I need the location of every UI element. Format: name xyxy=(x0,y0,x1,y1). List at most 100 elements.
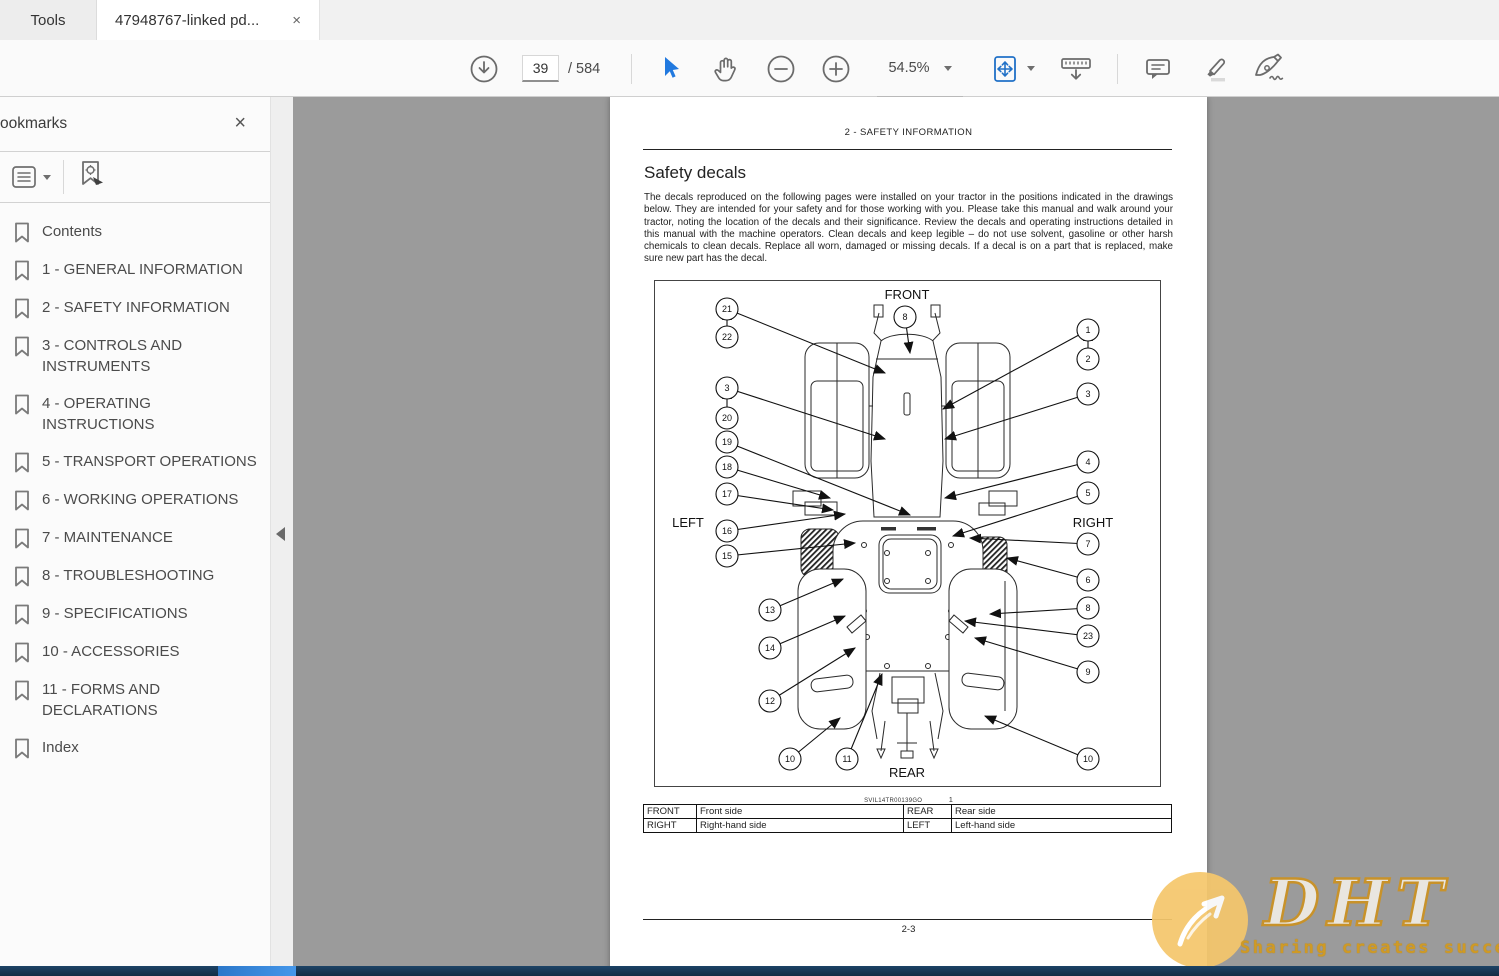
bookmarks-options-icon[interactable] xyxy=(10,163,51,191)
page-fit-caret-icon[interactable] xyxy=(1024,40,1038,97)
bookmark-item-label: 1 - GENERAL INFORMATION xyxy=(42,261,243,278)
bookmark-item[interactable]: 4 - OPERATING INSTRUCTIONS xyxy=(14,393,264,435)
legend-cell: FRONT xyxy=(643,804,697,819)
sign-icon[interactable] xyxy=(1250,40,1290,97)
callout-number: 22 xyxy=(722,332,732,342)
callout-number: 8 xyxy=(1085,603,1090,613)
callout-number: 4 xyxy=(1085,457,1090,467)
bookmark-item-label: Contents xyxy=(42,223,103,240)
callout-number: 6 xyxy=(1085,575,1090,585)
callout-number: 9 xyxy=(1085,667,1090,677)
tab-document-label: 47948767-linked pd... xyxy=(115,11,260,29)
toolbar-separator xyxy=(1117,54,1118,84)
bookmark-item[interactable]: 6 - WORKING OPERATIONS xyxy=(14,489,264,511)
bookmark-item-label: Index xyxy=(42,739,79,756)
footer-rule xyxy=(643,919,1172,920)
bookmarks-title: ookmarks xyxy=(0,115,68,132)
scrolling-mode-icon[interactable] xyxy=(1058,40,1094,97)
pdf-viewer-app: Tools 47948767-linked pd... × / 584 xyxy=(0,0,1499,976)
bookmark-item[interactable]: 2 - SAFETY INFORMATION xyxy=(14,297,264,319)
bookmark-item-label: 2 - SAFETY INFORMATION xyxy=(42,299,230,316)
bookmark-item[interactable]: 11 - FORMS AND DECLARATIONS xyxy=(14,679,264,721)
zoom-in-icon[interactable] xyxy=(821,40,851,97)
callout-arrow xyxy=(983,715,1089,760)
callout-number: 3 xyxy=(1085,389,1090,399)
callout-number: 3 xyxy=(724,383,729,393)
bookmarks-header: ookmarks × xyxy=(0,97,270,152)
tab-tools[interactable]: Tools xyxy=(0,0,97,40)
callout-number: 5 xyxy=(1085,488,1090,498)
document-canvas[interactable]: 2 - SAFETY INFORMATION Safety decals The… xyxy=(293,97,1499,976)
bookmark-item[interactable]: 1 - GENERAL INFORMATION xyxy=(14,259,264,281)
bookmark-item[interactable]: 8 - TROUBLESHOOTING xyxy=(14,565,264,587)
bookmark-item-label: 3 - CONTROLS AND INSTRUMENTS xyxy=(42,337,183,375)
label-right: RIGHT xyxy=(1073,515,1114,530)
bookmark-list: Contents 1 - GENERAL INFORMATION 2 - SAFET… xyxy=(0,203,270,759)
legend-cell: Left-hand side xyxy=(951,818,1172,833)
callout-number: 7 xyxy=(1085,539,1090,549)
table-row: FRONT Front side REAR Rear side xyxy=(643,804,1172,819)
bookmark-item[interactable]: 7 - MAINTENANCE xyxy=(14,527,264,549)
callout-number: 10 xyxy=(785,754,795,764)
bookmark-item[interactable]: 3 - CONTROLS AND INSTRUMENTS xyxy=(14,335,264,377)
bookmark-item-label: 8 - TROUBLESHOOTING xyxy=(42,567,215,584)
tab-document[interactable]: 47948767-linked pd... × xyxy=(97,0,320,40)
callout-arrow xyxy=(951,492,1089,538)
page-number-input[interactable] xyxy=(522,55,559,82)
sidebar-collapse-strip[interactable] xyxy=(270,97,293,976)
bookmark-item-label: 6 - WORKING OPERATIONS xyxy=(42,491,239,508)
select-cursor-icon[interactable] xyxy=(656,40,686,97)
bookmark-item[interactable]: 9 - SPECIFICATIONS xyxy=(14,603,264,625)
toolbar-separator xyxy=(631,54,632,84)
callout-number: 19 xyxy=(722,437,732,447)
bookmark-item-label: 5 - TRANSPORT OPERATIONS xyxy=(42,453,257,470)
legend-cell: LEFT xyxy=(903,818,952,833)
figure-number: 1 xyxy=(948,795,953,804)
bookmark-item-label: 7 - MAINTENANCE xyxy=(42,529,173,546)
page-fit-icon[interactable] xyxy=(988,40,1022,97)
bottom-bar-highlight xyxy=(218,966,296,976)
table-row: RIGHT Right-hand side LEFT Left-hand sid… xyxy=(643,818,1172,833)
bookmarks-toolbar xyxy=(0,152,270,203)
tractor-figure-svg: FRONT REAR LEFT RIGHT 212281232031918171… xyxy=(672,287,1114,780)
main-toolbar: / 584 54.5% xyxy=(0,40,1499,97)
tab-close-icon[interactable]: × xyxy=(292,13,301,28)
download-icon[interactable] xyxy=(468,40,500,97)
legend-cell: Right-hand side xyxy=(696,818,904,833)
pdf-page: 2 - SAFETY INFORMATION Safety decals The… xyxy=(610,97,1207,976)
zoom-caret-icon xyxy=(943,65,952,71)
callout-number: 10 xyxy=(1083,754,1093,764)
bookmark-item[interactable]: Contents xyxy=(14,221,264,243)
legend-table: FRONT Front side REAR Rear side RIGHT Ri… xyxy=(643,804,1172,833)
callout-number: 2 xyxy=(1085,354,1090,364)
collapse-left-icon[interactable] xyxy=(276,527,285,541)
highlighter-icon[interactable] xyxy=(1196,40,1232,97)
legend-cell: Rear side xyxy=(951,804,1172,819)
zoom-out-icon[interactable] xyxy=(766,40,796,97)
zoom-value: 54.5% xyxy=(888,60,930,76)
bookmark-item[interactable]: Index xyxy=(14,737,264,759)
bookmark-item-label: 4 - OPERATING INSTRUCTIONS xyxy=(42,395,155,433)
label-left: LEFT xyxy=(672,515,704,530)
bookmark-item-label: 11 - FORMS AND DECLARATIONS xyxy=(42,681,161,719)
callout-number: 17 xyxy=(722,489,732,499)
callout-number: 15 xyxy=(722,551,732,561)
callout-number: 13 xyxy=(765,605,775,615)
bookmark-item[interactable]: 10 - ACCESSORIES xyxy=(14,641,264,663)
callout-arrow xyxy=(1005,556,1089,581)
content-area: ookmarks × Contents 1 - GENERAL INFORMATI… xyxy=(0,97,1499,976)
callout-arrow xyxy=(726,510,847,532)
callout-number: 14 xyxy=(765,643,775,653)
hand-tool-icon[interactable] xyxy=(711,40,741,97)
bottom-bar xyxy=(0,966,1499,976)
tab-tools-label: Tools xyxy=(30,11,66,29)
bookmarks-close-icon[interactable]: × xyxy=(234,113,246,133)
body-paragraph: The decals reproduced on the following p… xyxy=(644,192,1173,265)
zoom-level-control[interactable]: 54.5% xyxy=(877,40,963,97)
legend-cell: Front side xyxy=(696,804,904,819)
bookmark-item-label: 9 - SPECIFICATIONS xyxy=(42,605,188,622)
goto-bookmark-icon[interactable] xyxy=(76,159,106,196)
bookmark-item-label: 10 - ACCESSORIES xyxy=(42,643,180,660)
bookmark-item[interactable]: 5 - TRANSPORT OPERATIONS xyxy=(14,451,264,473)
comment-icon[interactable] xyxy=(1140,40,1176,97)
